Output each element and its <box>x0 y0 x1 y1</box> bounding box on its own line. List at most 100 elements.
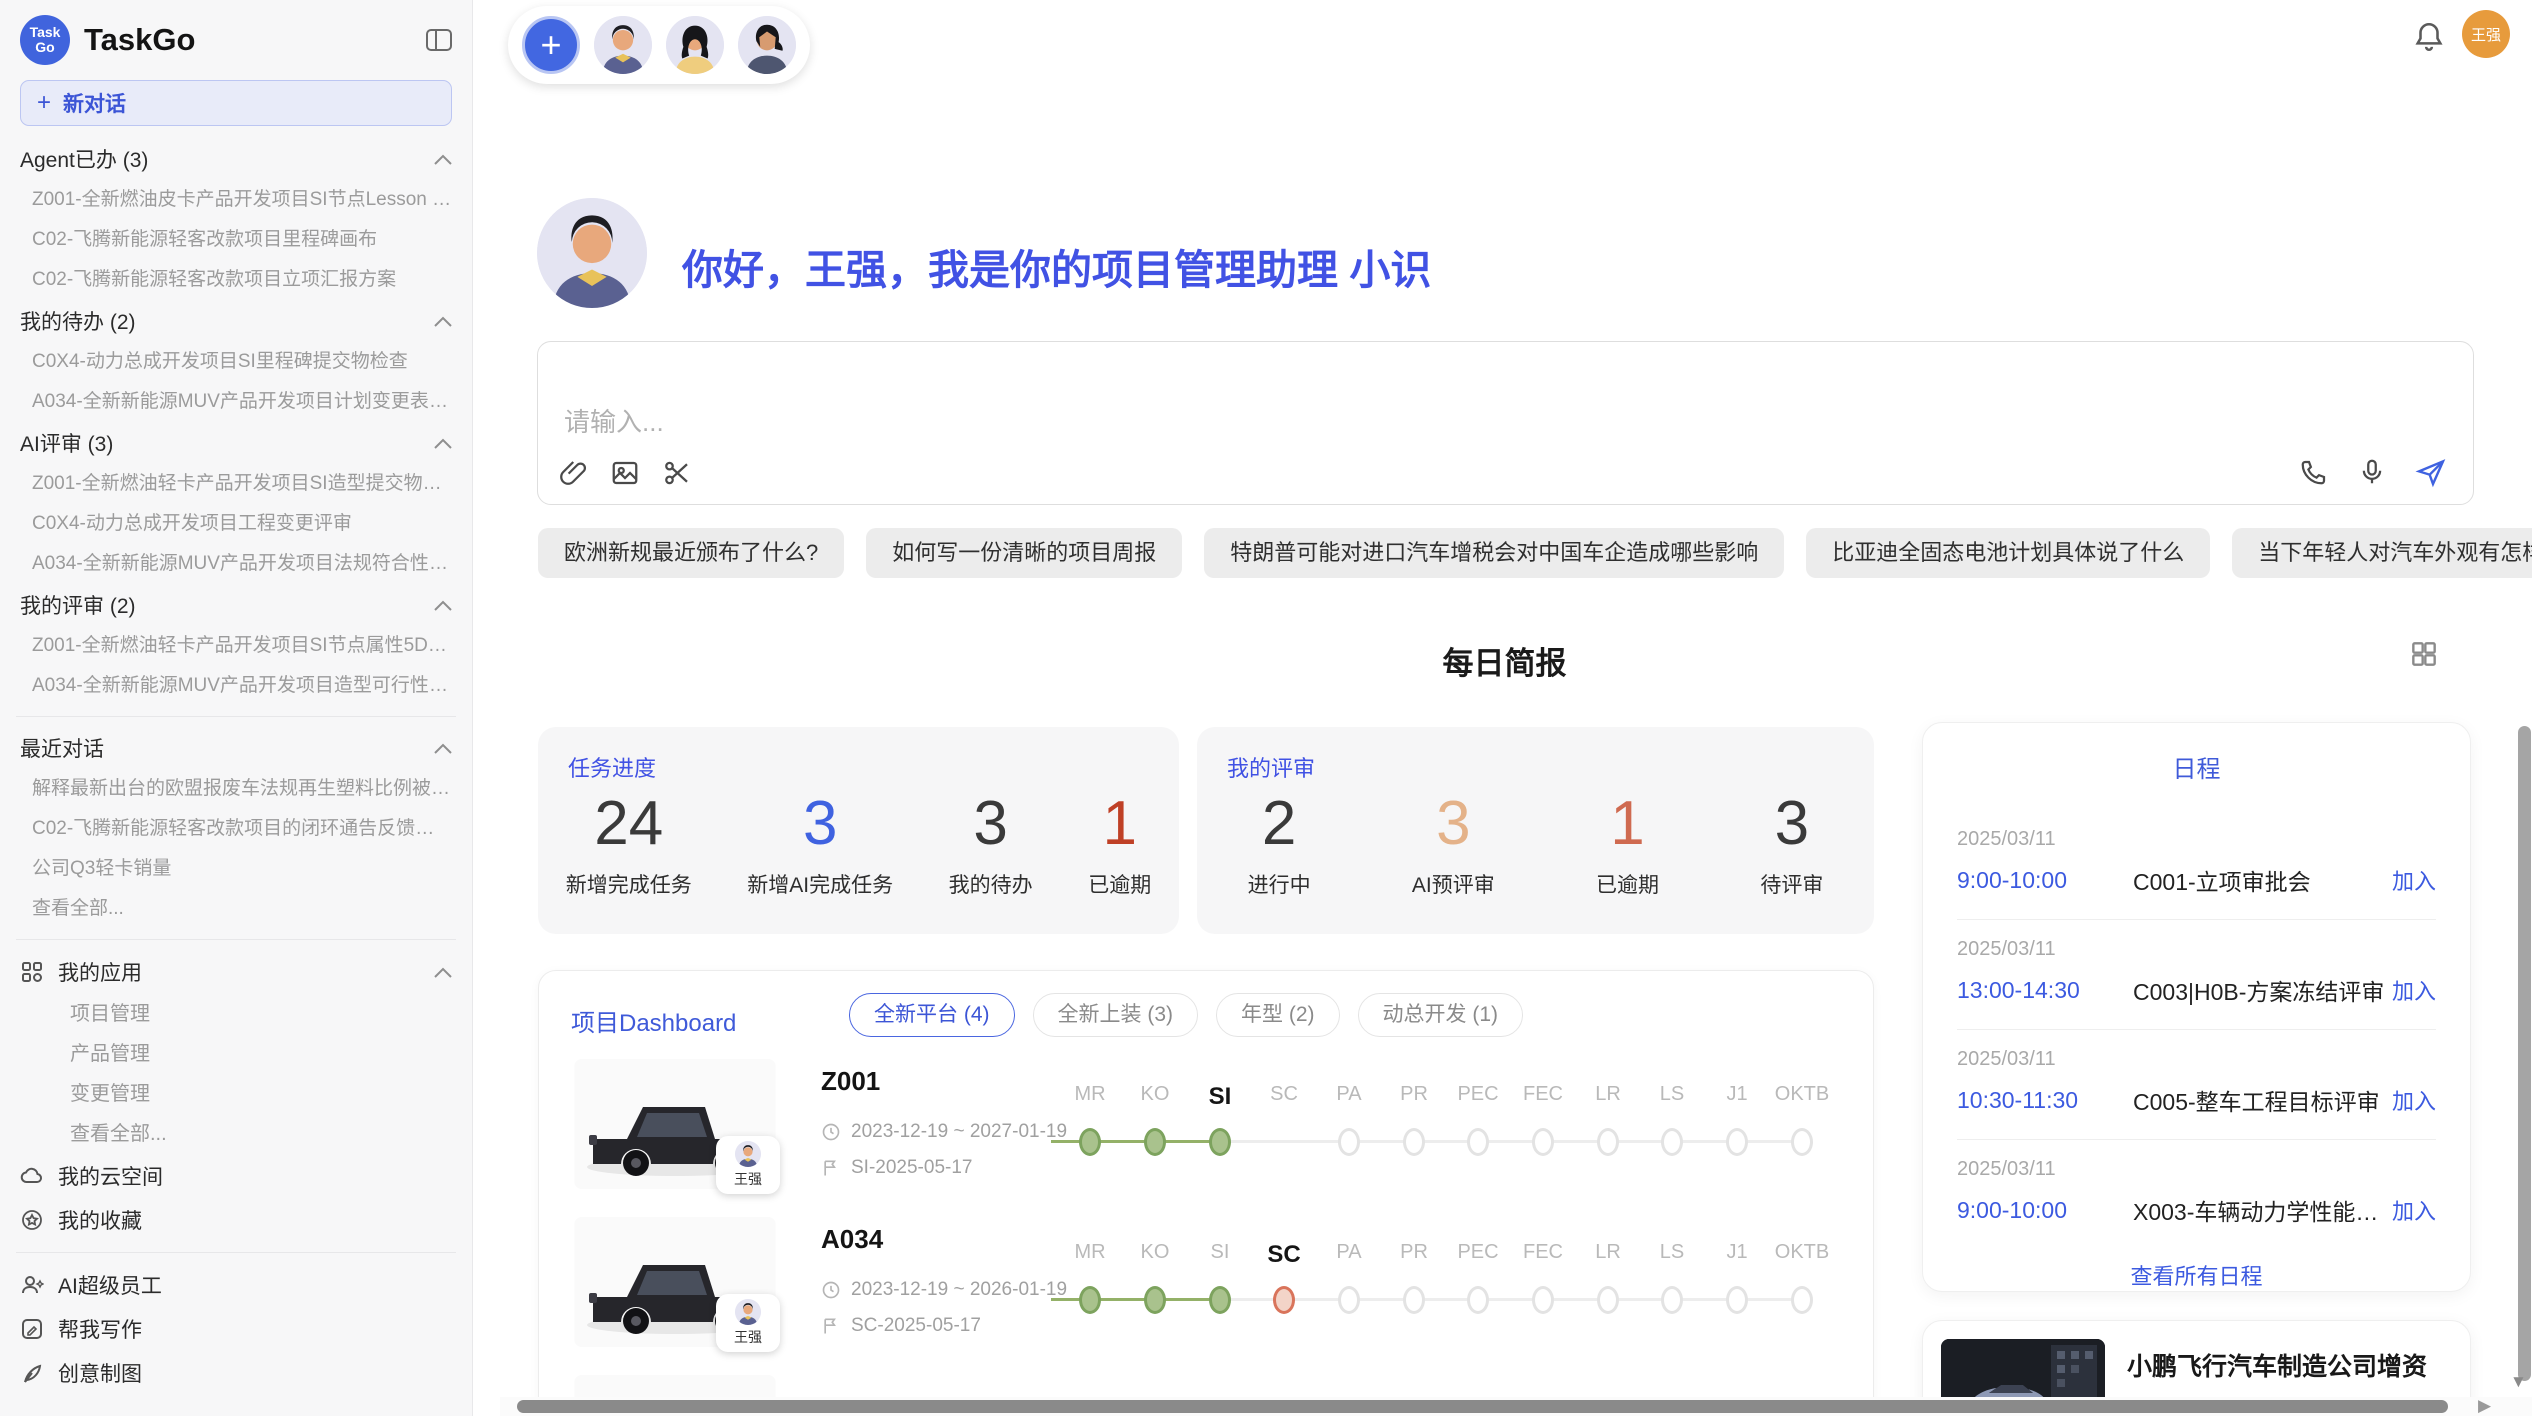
event-time: 9:00-10:00 <box>1957 1197 2133 1224</box>
sidebar-item[interactable]: Z001-全新燃油皮卡产品开发项目SI节点Lesson Learn报告 <box>20 180 452 220</box>
sidebar-item[interactable]: C02-飞腾新能源轻客改款项目里程碑画布 <box>20 220 452 260</box>
sidebar-item[interactable]: A034-全新新能源MUV产品开发项目计划变更表编写 <box>20 382 452 422</box>
recent-chats-view-all[interactable]: 查看全部... <box>20 889 452 929</box>
team-member-pill: + <box>508 6 810 84</box>
project-date-range: 2023-12-19 ~ 2026-01-19 <box>851 1279 1067 1301</box>
tab-new-platform[interactable]: 全新平台 (4) <box>849 993 1015 1037</box>
sidebar-item-creative-draw[interactable]: 创意制图 <box>20 1351 452 1395</box>
app-item-product-mgmt[interactable]: 产品管理 <box>20 1034 452 1074</box>
sidebar-collapse-icon[interactable] <box>426 28 452 52</box>
app-item-change-mgmt[interactable]: 变更管理 <box>20 1074 452 1114</box>
new-chat-button[interactable]: + 新对话 <box>20 80 452 126</box>
project-name: Z001 <box>821 1066 880 1097</box>
milestone-dot-done <box>1209 1128 1231 1156</box>
schedule-title: 日程 <box>1923 749 2470 784</box>
sidebar-item[interactable]: A034-全新新能源MUV产品开发项目法规符合性评审 <box>20 544 452 584</box>
sidebar-item-cloud-space[interactable]: 我的云空间 <box>20 1154 452 1198</box>
suggestion-chip[interactable]: 如何写一份清晰的项目周报 <box>866 528 1182 578</box>
sidebar-item-write-helper[interactable]: 帮我写作 <box>20 1307 452 1351</box>
event-date: 2025/03/11 <box>1957 1048 2436 1071</box>
app-item-project-mgmt[interactable]: 项目管理 <box>20 994 452 1034</box>
chevron-up-icon <box>434 147 452 171</box>
sidebar-item-favorites[interactable]: 我的收藏 <box>20 1198 452 1242</box>
stat-value: 1 <box>1088 791 1151 857</box>
section-title: AI评审 (3) <box>20 428 113 458</box>
scroll-right-arrow[interactable]: ▶ <box>2478 1396 2491 1416</box>
section-agent-done[interactable]: Agent已办 (3) <box>20 138 452 180</box>
clock-icon <box>821 1280 841 1300</box>
owner-name: 王强 <box>734 1169 762 1189</box>
suggestion-chip[interactable]: 比亚迪全固态电池计划具体说了什么 <box>1806 528 2210 578</box>
vertical-scrollbar-thumb[interactable] <box>2518 726 2531 1381</box>
sidebar-item-ai-employee[interactable]: AI超级员工 <box>20 1263 452 1307</box>
phone-icon[interactable] <box>2299 457 2329 487</box>
milestone-dot <box>1403 1128 1425 1156</box>
chat-input[interactable]: 请输入... <box>537 341 2474 505</box>
send-icon[interactable] <box>2415 456 2447 488</box>
suggestion-chip[interactable]: 当下年轻人对汽车外观有怎样的喜好趋势 <box>2232 528 2532 578</box>
sidebar-item[interactable]: Z001-全新燃油轻卡产品开发项目SI节点属性5D文件评审 <box>20 626 452 666</box>
section-ai-review[interactable]: AI评审 (3) <box>20 422 452 464</box>
milestone-dot <box>1532 1286 1554 1314</box>
avatar[interactable] <box>738 16 796 74</box>
taskgo-app: Task Go TaskGo + 新对话 Agent已办 (3) Z001-全新… <box>0 0 2532 1416</box>
scroll-down-arrow[interactable]: ▼ <box>2510 1372 2527 1392</box>
suggestion-chip[interactable]: 欧洲新规最近颁布了什么? <box>538 528 844 578</box>
section-my-review[interactable]: 我的评审 (2) <box>20 584 452 626</box>
milestone-label: PR <box>1400 1083 1428 1106</box>
sidebar-item[interactable]: C0X4-动力总成开发项目SI里程碑提交物检查 <box>20 342 452 382</box>
tab-year-model[interactable]: 年型 (2) <box>1216 993 1340 1037</box>
section-title: 我的待办 (2) <box>20 306 136 336</box>
horizontal-scrollbar-thumb[interactable] <box>517 1400 2448 1413</box>
sidebar-item[interactable]: C02-飞腾新能源轻客改款项目立项汇报方案 <box>20 260 452 300</box>
stat-my-todo: 3 我的待办 <box>949 791 1033 899</box>
tab-powertrain[interactable]: 动总开发 (1) <box>1358 993 1524 1037</box>
event-date: 2025/03/11 <box>1957 828 2436 851</box>
stat-value: 3 <box>949 791 1033 857</box>
section-my-todo[interactable]: 我的待办 (2) <box>20 300 452 342</box>
sidebar-item[interactable]: A034-全新新能源MUV产品开发项目造型可行性评审 <box>20 666 452 706</box>
chevron-up-icon <box>434 309 452 333</box>
milestone-label: MR <box>1074 1241 1105 1264</box>
attachment-icon[interactable] <box>558 458 588 488</box>
user-avatar[interactable]: 王强 <box>2462 10 2510 58</box>
project-flag: SC-2025-05-17 <box>821 1315 981 1337</box>
section-recent-chats[interactable]: 最近对话 <box>20 727 452 769</box>
recent-chat-item[interactable]: 解释最新出台的欧盟报废车法规再生塑料比例被调至15%... <box>20 769 452 809</box>
microphone-icon[interactable] <box>2357 457 2387 487</box>
join-button[interactable]: 加入 <box>2392 1084 2436 1116</box>
avatar[interactable] <box>594 16 652 74</box>
apps-view-all[interactable]: 查看全部... <box>20 1114 452 1154</box>
section-title: Agent已办 (3) <box>20 144 148 174</box>
join-button[interactable]: 加入 <box>2392 974 2436 1006</box>
stat-value: 3 <box>1760 791 1823 857</box>
image-icon[interactable] <box>610 458 640 488</box>
sidebar-item[interactable]: Z001-全新燃油轻卡产品开发项目SI造型提交物评审 <box>20 464 452 504</box>
milestone-dot-done <box>1079 1286 1101 1314</box>
milestone-label: FEC <box>1523 1083 1563 1106</box>
greeting-text: 你好，王强，我是你的项目管理助理 小识 <box>682 236 1431 296</box>
scissors-icon[interactable] <box>662 458 692 488</box>
milestone-dot <box>1467 1128 1489 1156</box>
sidebar-item-my-apps[interactable]: 我的应用 <box>20 950 452 994</box>
milestone-line-todo <box>1223 1140 1804 1143</box>
sidebar-item[interactable]: C0X4-动力总成开发项目工程变更评审 <box>20 504 452 544</box>
project-flag-label: SI-2025-05-17 <box>851 1157 972 1179</box>
recent-chat-item[interactable]: 公司Q3轻卡销量 <box>20 849 452 889</box>
tab-new-body[interactable]: 全新上装 (3) <box>1033 993 1199 1037</box>
milestone-label: J1 <box>1726 1241 1747 1264</box>
layout-grid-icon[interactable] <box>2408 638 2440 675</box>
stat-label: 待评审 <box>1760 869 1823 899</box>
join-button[interactable]: 加入 <box>2392 864 2436 896</box>
milestone-label: PA <box>1336 1241 1361 1264</box>
notification-bell-icon[interactable] <box>2412 20 2446 59</box>
avatar[interactable] <box>666 16 724 74</box>
app-title: TaskGo <box>84 22 426 58</box>
task-progress-card: 任务进度 24 新增完成任务 3 新增AI完成任务 3 我的待办 1 已逾期 <box>538 727 1179 934</box>
add-member-button[interactable]: + <box>522 16 580 74</box>
join-button[interactable]: 加入 <box>2392 1194 2436 1226</box>
view-all-schedule-link[interactable]: 查看所有日程 <box>1923 1259 2470 1291</box>
recent-chat-item[interactable]: C02-飞腾新能源轻客改款项目的闭环通告反馈情况 <box>20 809 452 849</box>
stat-review-overdue: 1 已逾期 <box>1596 791 1659 899</box>
suggestion-chip[interactable]: 特朗普可能对进口汽车增税会对中国车企造成哪些影响 <box>1204 528 1784 578</box>
